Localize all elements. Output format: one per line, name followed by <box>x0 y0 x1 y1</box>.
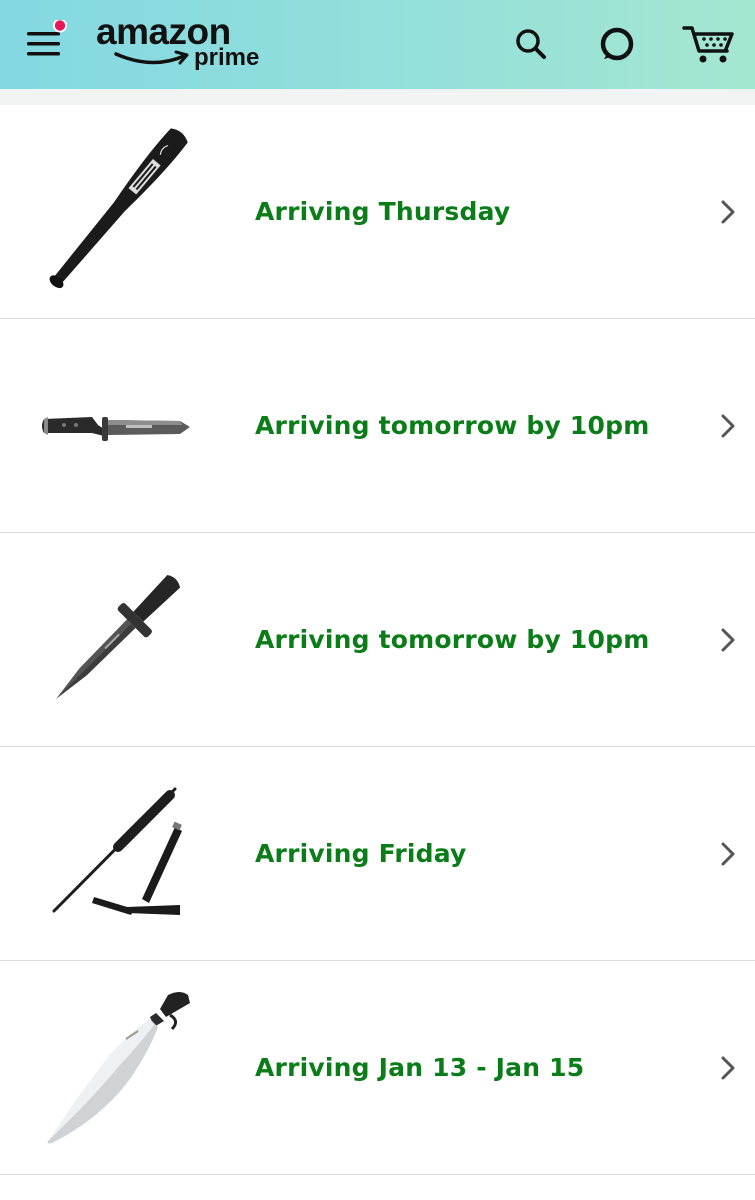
delivery-status: Arriving Friday <box>255 839 467 868</box>
delivery-status: Arriving Thursday <box>255 197 511 226</box>
header-divider-strip <box>0 89 755 105</box>
order-row[interactable]: Arriving Friday <box>0 747 755 961</box>
tactical-knife-image <box>42 417 190 441</box>
app-header: amazon prime <box>0 0 755 89</box>
dagger-image <box>56 574 181 699</box>
notification-dot <box>54 20 66 31</box>
chevron-right-icon <box>721 1056 735 1080</box>
chevron-right-icon <box>721 414 735 438</box>
order-row[interactable]: Arriving Jan 13 - Jan 15 <box>0 961 755 1175</box>
chevron-right-icon <box>721 628 735 652</box>
order-row[interactable]: Arriving tomorrow by 10pm <box>0 319 755 533</box>
expandable-baton-image <box>52 787 182 915</box>
alexa-icon <box>600 27 634 61</box>
delivery-status: Arriving tomorrow by 10pm <box>255 411 650 440</box>
orders-list: Arriving Thursday Arriving tomorrow by 1… <box>0 105 755 1175</box>
chevron-right-icon <box>721 200 735 224</box>
menu-button[interactable] <box>18 18 70 68</box>
logo-prime-text: prime <box>194 44 260 71</box>
menu-icon <box>27 18 67 56</box>
amazon-prime-logo[interactable]: amazon prime <box>92 10 282 80</box>
search-icon <box>516 29 546 59</box>
search-button[interactable] <box>506 20 556 68</box>
smile-arrow-icon <box>114 50 189 65</box>
machete-sword-image <box>47 992 190 1144</box>
cart-icon <box>682 26 734 63</box>
delivery-status: Arriving Jan 13 - Jan 15 <box>255 1053 585 1082</box>
order-row[interactable]: Arriving tomorrow by 10pm <box>0 533 755 747</box>
cart-button[interactable] <box>678 20 740 68</box>
alexa-button[interactable] <box>592 20 642 68</box>
order-row[interactable]: Arriving Thursday <box>0 105 755 319</box>
chevron-right-icon <box>721 842 735 866</box>
delivery-status: Arriving tomorrow by 10pm <box>255 625 650 654</box>
baseball-bat-image <box>49 128 188 289</box>
